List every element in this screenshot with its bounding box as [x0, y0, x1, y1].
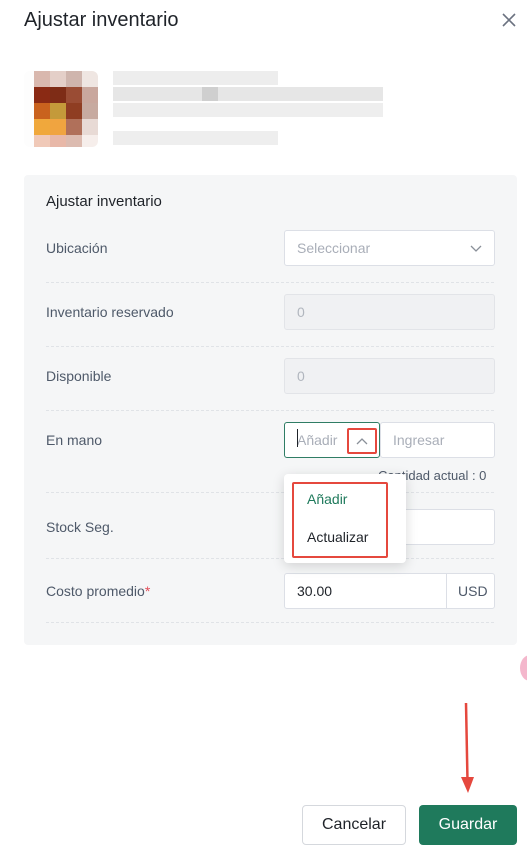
- cancel-button[interactable]: Cancelar: [302, 805, 406, 845]
- save-button[interactable]: Guardar: [419, 805, 517, 845]
- avg-cost-label: Costo promedio*: [46, 583, 150, 599]
- dialog-title: Ajustar inventario: [24, 9, 179, 31]
- available-label: Disponible: [46, 368, 112, 384]
- safety-stock-label: Stock Seg.: [46, 519, 114, 535]
- close-icon[interactable]: [498, 9, 520, 31]
- product-thumbnail: [24, 71, 98, 147]
- location-select[interactable]: Seleccionar: [284, 230, 495, 266]
- currency-addon: USD: [458, 583, 488, 599]
- currency-divider: [446, 574, 447, 608]
- row-divider: [46, 558, 494, 559]
- avg-cost-label-text: Costo promedio: [46, 583, 145, 599]
- location-label: Ubicación: [46, 240, 108, 256]
- available-value: 0: [297, 368, 305, 384]
- on-hand-quantity-input[interactable]: Ingresar: [380, 422, 495, 458]
- available-input: 0: [284, 358, 495, 394]
- annotation-arrow-icon: [461, 703, 474, 793]
- chevron-up-icon: [356, 438, 368, 445]
- row-divider: [46, 346, 494, 347]
- avg-cost-value: 30.00: [297, 583, 333, 599]
- dropdown-option-add[interactable]: Añadir: [307, 491, 347, 507]
- floating-widget-edge[interactable]: [520, 655, 527, 681]
- reserved-label: Inventario reservado: [46, 304, 174, 320]
- section-title: Ajustar inventario: [46, 193, 162, 210]
- text-cursor: [297, 429, 298, 447]
- reserved-input: 0: [284, 294, 495, 330]
- row-divider: [46, 410, 494, 411]
- row-divider: [46, 282, 494, 283]
- on-hand-label: En mano: [46, 432, 103, 448]
- required-mark: *: [144, 583, 151, 599]
- on-hand-mode-toggle[interactable]: [347, 428, 377, 454]
- reserved-value: 0: [297, 304, 305, 320]
- on-hand-quantity-placeholder: Ingresar: [393, 432, 445, 448]
- chevron-down-icon: [470, 245, 482, 252]
- row-divider: [46, 622, 494, 623]
- row-divider: [46, 492, 494, 493]
- dropdown-option-update[interactable]: Actualizar: [307, 529, 368, 545]
- on-hand-mode-placeholder: Añadir: [297, 432, 338, 448]
- location-placeholder: Seleccionar: [297, 240, 371, 256]
